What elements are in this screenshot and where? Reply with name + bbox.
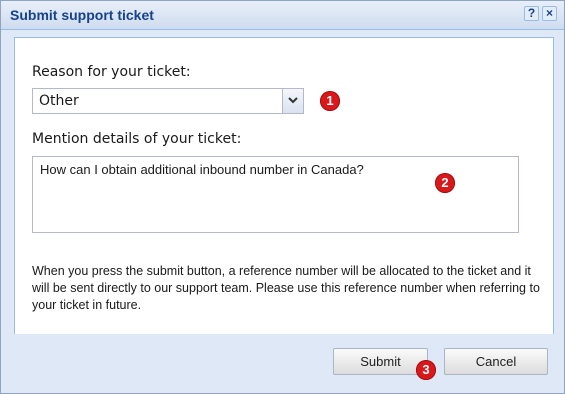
dialog-title: Submit support ticket — [10, 7, 154, 23]
reason-label: Reason for your ticket: — [32, 64, 191, 80]
cancel-button[interactable]: Cancel — [444, 348, 548, 375]
reason-select-value: Other — [39, 93, 79, 109]
reason-select[interactable]: Other — [32, 88, 304, 114]
form-panel: Reason for your ticket: Other Mention de… — [14, 37, 554, 335]
dropdown-trigger[interactable] — [282, 89, 303, 113]
chevron-down-icon — [288, 97, 298, 104]
help-icon[interactable]: ? — [524, 6, 539, 21]
details-textarea[interactable]: How can I obtain additional inbound numb… — [32, 156, 519, 233]
annotation-badge-2: 2 — [435, 173, 455, 193]
submit-button[interactable]: Submit — [333, 348, 428, 375]
close-icon[interactable]: × — [542, 6, 557, 21]
support-ticket-dialog: Submit support ticket ? × Reason for you… — [0, 0, 565, 394]
dialog-titlebar[interactable]: Submit support ticket ? × — [1, 1, 564, 30]
annotation-badge-3: 3 — [416, 360, 436, 380]
details-label: Mention details of your ticket: — [32, 131, 242, 147]
info-text: When you press the submit button, a refe… — [32, 264, 540, 312]
annotation-badge-1: 1 — [320, 91, 340, 111]
